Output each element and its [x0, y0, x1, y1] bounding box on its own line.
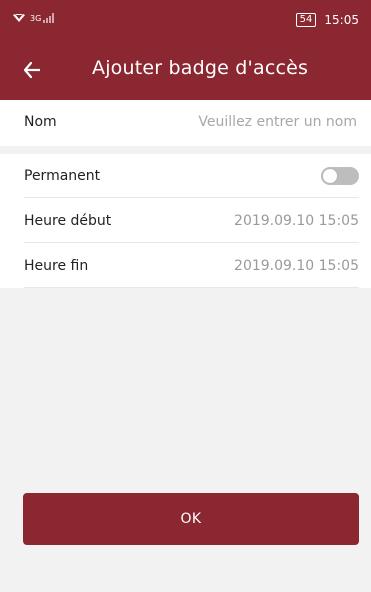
network-icon	[13, 14, 25, 22]
status-bar: 3G 54 15:05	[0, 0, 371, 40]
end-time-label: Heure fin	[24, 258, 89, 274]
permanent-label: Permanent	[24, 168, 101, 184]
name-label: Nom	[24, 114, 57, 130]
start-time-value: 2019.09.10 15:05	[234, 213, 359, 229]
network-label: 3G	[30, 13, 42, 23]
app-bar: Ajouter badge d'accès	[0, 40, 371, 100]
permanent-toggle[interactable]	[321, 167, 359, 185]
arrow-left-icon[interactable]	[18, 56, 46, 84]
permanent-row: Permanent	[24, 154, 359, 198]
settings-card: Permanent Heure début 2019.09.10 15:05 H…	[0, 154, 371, 288]
status-left: 3G	[12, 13, 55, 23]
end-time-row[interactable]: Heure fin 2019.09.10 15:05	[24, 244, 359, 288]
name-input[interactable]	[175, 113, 359, 131]
start-time-row[interactable]: Heure début 2019.09.10 15:05	[24, 199, 359, 243]
ok-button[interactable]: OK	[23, 493, 359, 545]
status-time: 15:05	[324, 13, 359, 27]
name-row: Nom	[24, 100, 359, 144]
end-time-value: 2019.09.10 15:05	[234, 258, 359, 274]
signal-icon	[43, 13, 55, 23]
name-card: Nom	[0, 100, 371, 146]
start-time-label: Heure début	[24, 213, 112, 229]
status-right: 54 15:05	[295, 13, 359, 27]
battery-icon: 54	[295, 13, 317, 27]
page-title: Ajouter badge d'accès	[92, 57, 309, 79]
